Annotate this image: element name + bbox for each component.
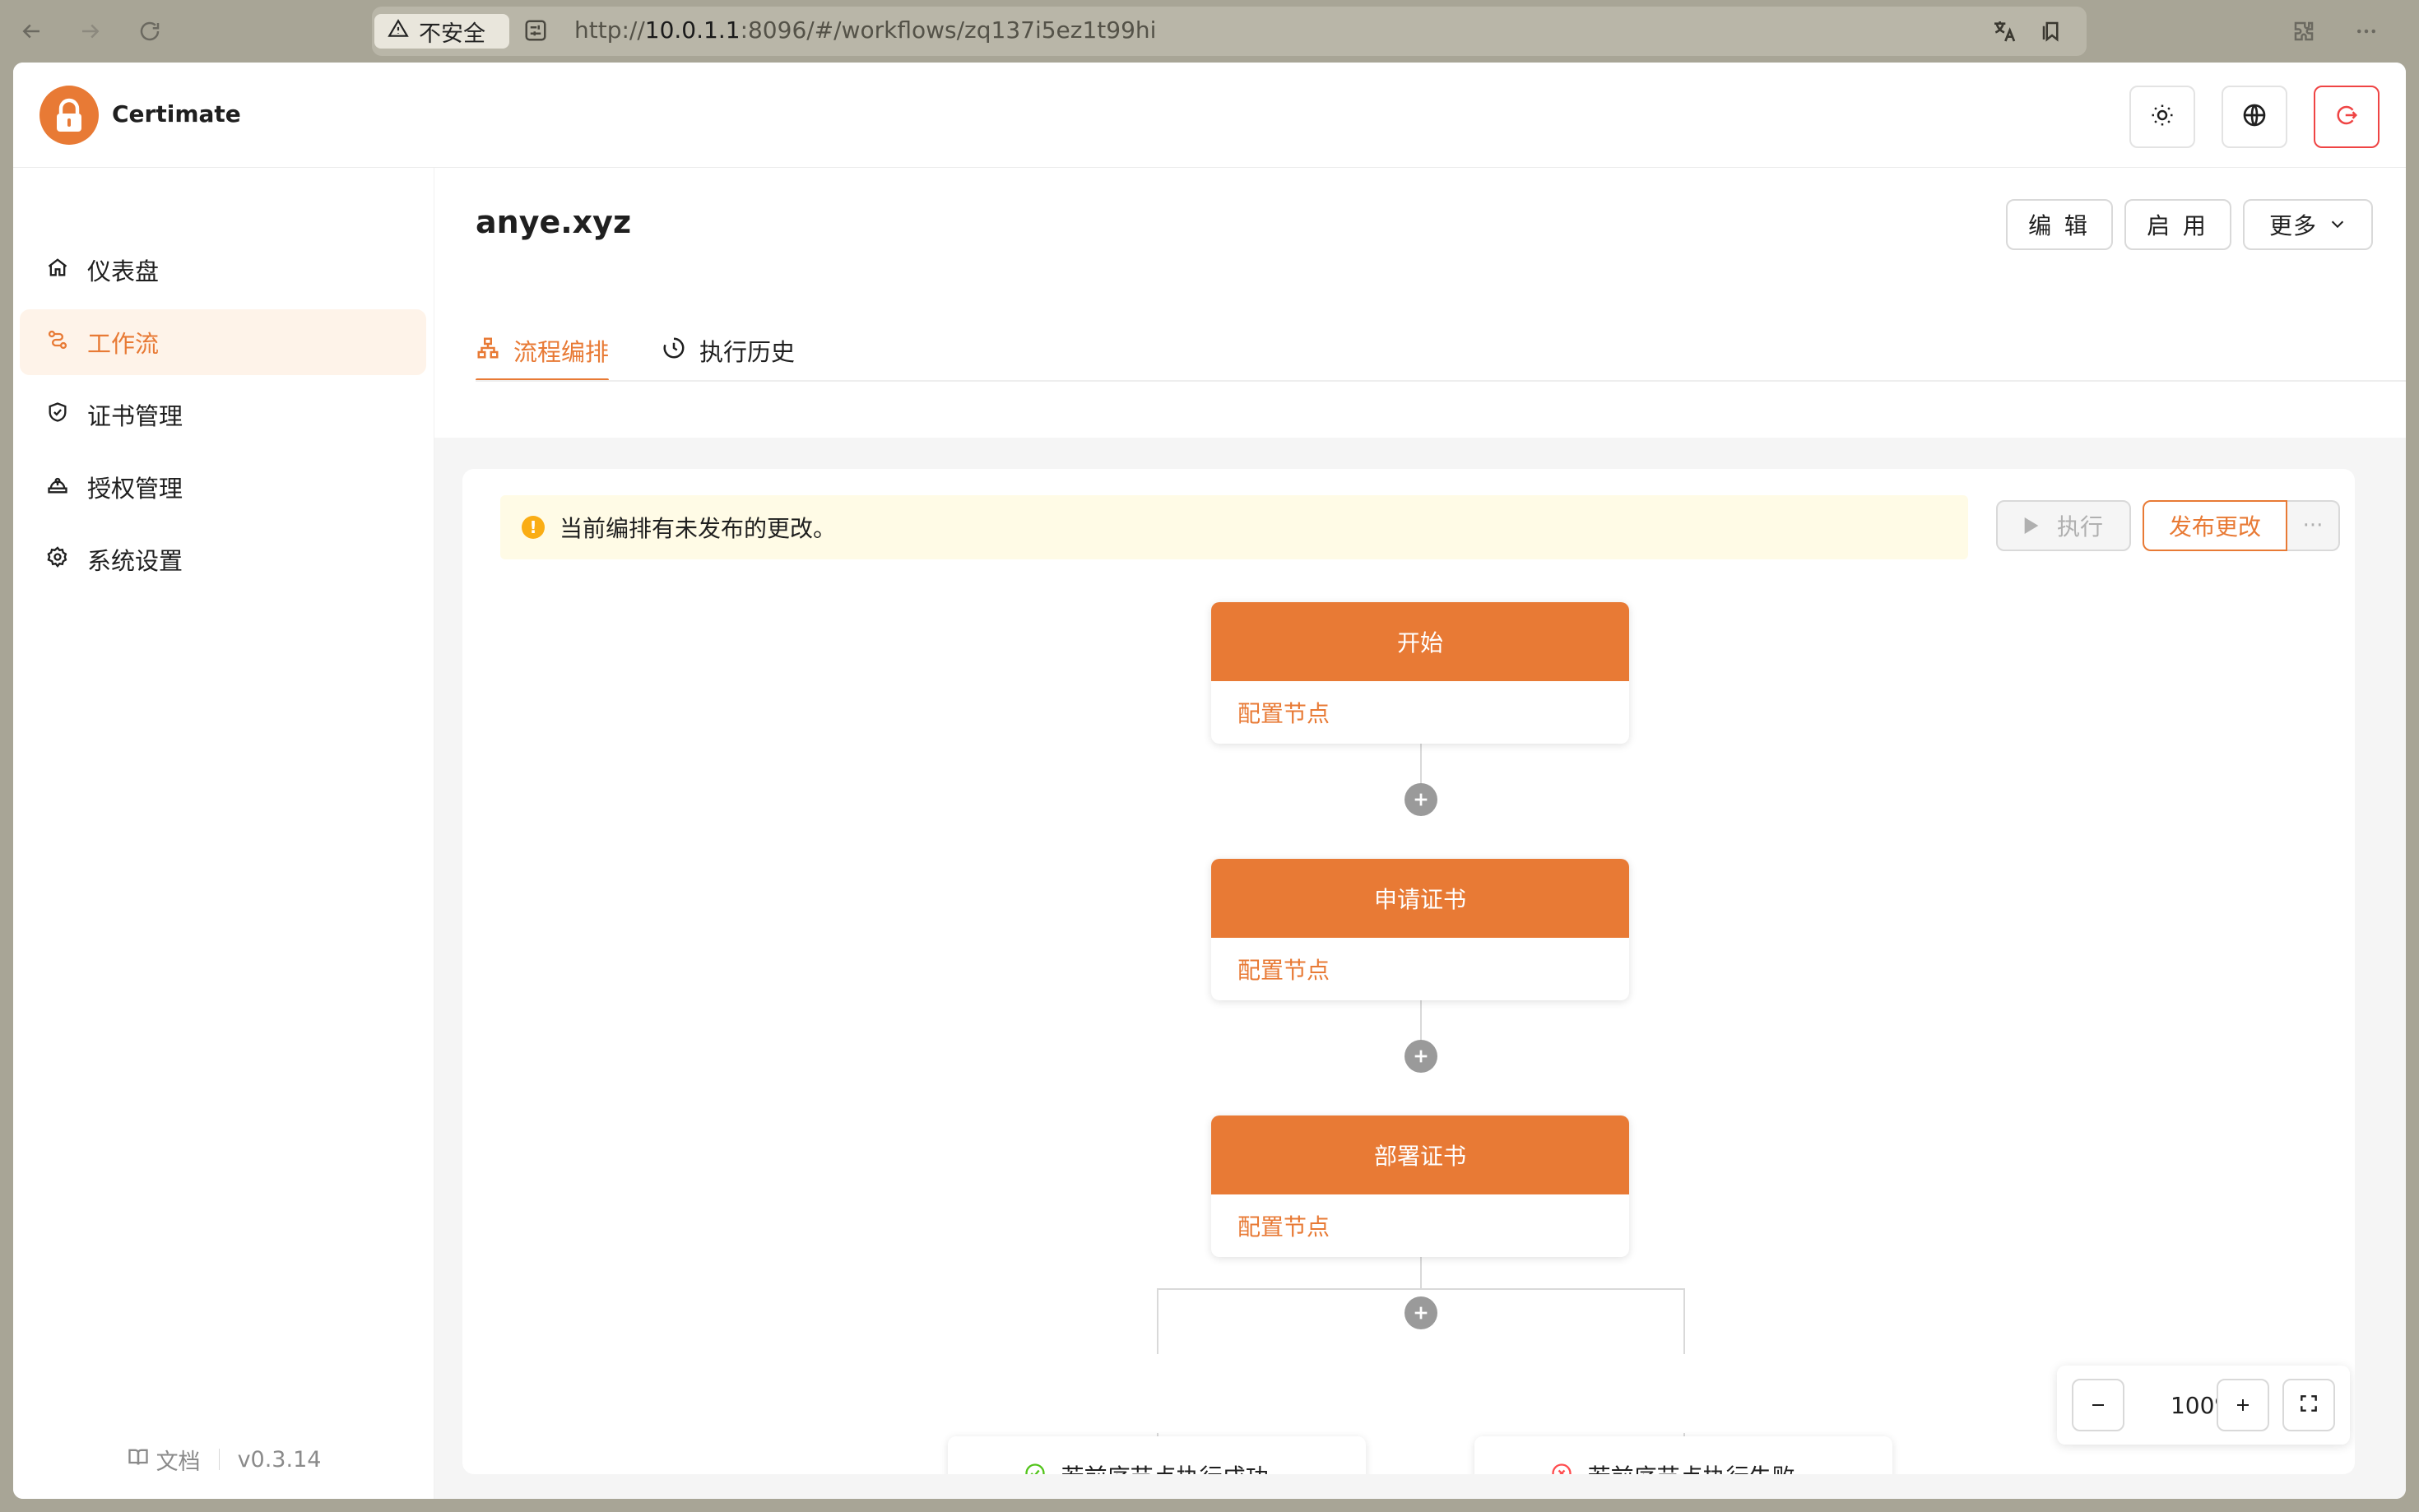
branch-connector: [1683, 1288, 1685, 1354]
sidebar-item-label: 仪表盘: [87, 257, 160, 285]
more-dropdown-button[interactable]: 更多: [2243, 199, 2373, 250]
sidebar-item-certificates[interactable]: 证书管理: [20, 382, 426, 448]
page-header: anye.xyz 编 辑 启 用 更多 流程编排 执行历史: [434, 168, 2406, 438]
fullscreen-button[interactable]: [2282, 1379, 2335, 1431]
chevron-down-icon: [2328, 211, 2347, 239]
zoom-in-button[interactable]: [2217, 1379, 2269, 1431]
url-text[interactable]: http://10.0.1.1:8096/#/workflows/zq137i5…: [574, 16, 1156, 44]
tab-label: 流程编排: [513, 338, 610, 366]
site-settings-icon[interactable]: [523, 18, 550, 44]
publish-button[interactable]: 发布更改: [2143, 500, 2287, 551]
add-node-button[interactable]: [1405, 1296, 1437, 1329]
warning-circle-icon: !: [522, 516, 545, 539]
node-title: 申请证书: [1211, 859, 1629, 938]
more-icon[interactable]: [2352, 16, 2381, 46]
configure-node-link[interactable]: 配置节点: [1211, 1194, 1629, 1257]
sidebar-item-settings[interactable]: 系统设置: [20, 526, 426, 592]
security-label: 不安全: [419, 21, 485, 47]
brand-name: Certimate: [112, 100, 241, 128]
theme-sun-icon: [2150, 103, 2175, 131]
sidebar-item-workflow[interactable]: 工作流: [20, 309, 426, 375]
reading-list-icon[interactable]: [2037, 16, 2067, 46]
check-circle-icon: [1024, 1462, 1047, 1474]
tab-history[interactable]: 执行历史: [662, 321, 795, 380]
more-label: 更多: [2268, 212, 2317, 239]
extensions-icon[interactable]: [2289, 16, 2319, 46]
sidebar-item-label: 工作流: [87, 330, 160, 358]
version-label[interactable]: v0.3.14: [238, 1447, 322, 1473]
home-icon: [46, 256, 69, 285]
sidebar: 仪表盘 工作流 证书管理 授权管理 系统设置 文档 v0.3.14: [13, 168, 434, 1499]
node-title: 部署证书: [1211, 1115, 1629, 1194]
access-icon: [46, 473, 69, 502]
branch-success[interactable]: 若前序节点执行成功...: [948, 1436, 1366, 1474]
shield-check-icon: [46, 401, 69, 429]
tabs-divider: [476, 380, 2406, 382]
sidebar-item-label: 系统设置: [87, 547, 183, 575]
docs-link[interactable]: 文档: [127, 1444, 201, 1476]
workflow-node-apply[interactable]: 申请证书 配置节点: [1211, 859, 1629, 1000]
book-icon: [127, 1445, 150, 1474]
warning-icon: [388, 18, 409, 45]
branch-failure[interactable]: 若前序节点执行失败...: [1474, 1436, 1892, 1474]
run-button[interactable]: 执行: [1996, 500, 2131, 551]
branch-connector: [1157, 1288, 1158, 1354]
add-node-button[interactable]: [1405, 783, 1437, 816]
security-chip[interactable]: 不安全: [374, 14, 509, 49]
edit-button[interactable]: 编 辑: [2006, 199, 2113, 250]
translate-icon[interactable]: [1990, 16, 2019, 46]
gear-icon: [46, 545, 69, 574]
forward-icon[interactable]: [76, 16, 105, 46]
language-button[interactable]: [2222, 86, 2287, 148]
branch-label: 若前序节点执行失败...: [1588, 1459, 1818, 1474]
logo[interactable]: [39, 86, 99, 145]
zoom-controls: 100%: [2057, 1366, 2350, 1445]
enable-button[interactable]: 启 用: [2124, 199, 2231, 250]
run-label: 执行: [2056, 513, 2103, 540]
theme-toggle-button[interactable]: [2129, 86, 2195, 148]
sidebar-item-access[interactable]: 授权管理: [20, 454, 426, 520]
add-node-button[interactable]: [1405, 1040, 1437, 1073]
app-header: Certimate: [13, 63, 2406, 168]
tab-label: 执行历史: [699, 338, 796, 366]
node-title: 开始: [1211, 602, 1629, 681]
docs-label: 文档: [156, 1449, 201, 1475]
main-content: anye.xyz 编 辑 启 用 更多 流程编排 执行历史 ! 当前编排有未发布…: [434, 168, 2406, 1499]
sidebar-item-label: 授权管理: [87, 475, 183, 503]
play-icon: [2024, 513, 2039, 540]
language-globe-icon: [2241, 102, 2268, 132]
logout-icon: [2334, 103, 2359, 131]
sidebar-item-label: 证书管理: [87, 402, 183, 430]
workflow-canvas[interactable]: ! 当前编排有未发布的更改。 执行 发布更改 ··· 开始 配置节点 申请证书 …: [462, 469, 2355, 1474]
app-window: Certimate 仪表盘 工作流 证书管理 授权管理 系统设置 文档 v0.3…: [13, 63, 2406, 1499]
history-icon: [662, 336, 686, 366]
zoom-out-button[interactable]: [2072, 1379, 2124, 1431]
logout-button[interactable]: [2314, 86, 2380, 148]
flow-icon: [476, 336, 500, 366]
footer-divider: [218, 1449, 220, 1470]
fullscreen-icon: [2298, 1393, 2319, 1417]
close-circle-icon: [1550, 1462, 1573, 1474]
configure-node-link[interactable]: 配置节点: [1211, 938, 1629, 1000]
sidebar-footer: 文档 v0.3.14: [13, 1441, 434, 1477]
workflow-node-start[interactable]: 开始 配置节点: [1211, 602, 1629, 744]
branch-label: 若前序节点执行成功...: [1061, 1459, 1291, 1474]
sidebar-item-dashboard[interactable]: 仪表盘: [20, 237, 426, 303]
alert-text: 当前编排有未发布的更改。: [559, 515, 837, 542]
configure-node-link[interactable]: 配置节点: [1211, 681, 1629, 744]
reload-icon[interactable]: [135, 16, 165, 46]
publish-more-button[interactable]: ···: [2287, 500, 2340, 551]
branch-connector: [1157, 1288, 1685, 1290]
workflow-icon: [46, 328, 69, 357]
workflow-node-deploy[interactable]: 部署证书 配置节点: [1211, 1115, 1629, 1257]
page-title: anye.xyz: [476, 204, 632, 240]
tab-orchestration[interactable]: 流程编排: [476, 321, 610, 382]
unpublished-alert: ! 当前编排有未发布的更改。: [500, 495, 1968, 559]
back-icon[interactable]: [16, 16, 46, 46]
browser-toolbar: 不安全 http://10.0.1.1:8096/#/workflows/zq1…: [0, 0, 2419, 63]
tab-bar: 流程编排 执行历史: [476, 321, 795, 382]
